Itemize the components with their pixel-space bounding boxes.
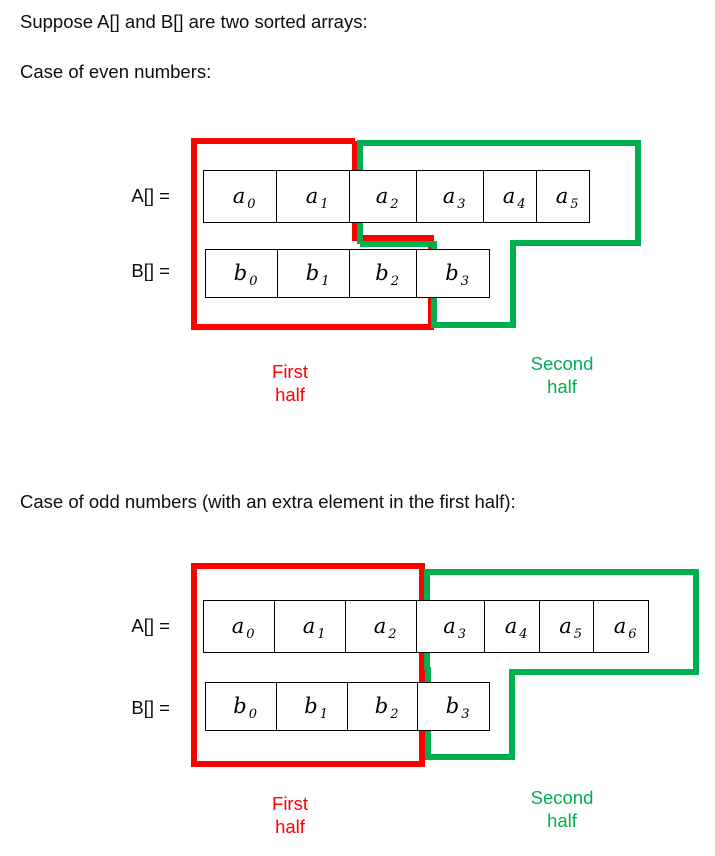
array-a-even-cell-5: a5 — [537, 171, 590, 222]
array-a-odd-cell-0-symbol: a0 — [231, 614, 255, 642]
array-b-even-cell-0-subscript: 0 — [249, 274, 258, 289]
array-a-odd-cell-2: a2 — [346, 601, 417, 652]
array-b-cells-odd: b0 b1 b2 b3 — [205, 682, 490, 731]
second-half-caption-line1: Second — [530, 353, 594, 374]
array-b-label-odd: B[] = — [131, 697, 170, 718]
array-a-odd-cell-4: a4 — [485, 601, 540, 652]
first-half-caption-line1: First — [272, 793, 308, 814]
first-half-caption-odd: First half — [250, 792, 330, 838]
array-a-odd-cell-1-subscript: 1 — [317, 627, 326, 642]
array-a-even-cell-4: a4 — [484, 171, 537, 222]
array-b-odd-cell-1-symbol: b1 — [304, 694, 328, 722]
array-b-even-cell-0-symbol: b0 — [233, 261, 258, 289]
array-a-even-cell-4-subscript: 4 — [517, 197, 526, 212]
array-a-odd-cell-0-subscript: 0 — [246, 627, 255, 642]
array-a-odd-cell-2-symbol: a2 — [373, 614, 397, 642]
array-a-even-cell-0: a0 — [204, 171, 277, 222]
array-a-even-cell-3-subscript: 3 — [457, 197, 466, 212]
array-a-label-odd: A[] = — [131, 615, 170, 636]
array-a-even-cell-2-subscript: 2 — [390, 197, 399, 212]
array-b-odd-cell-3-symbol: b3 — [445, 694, 470, 722]
array-a-odd-cell-3: a3 — [417, 601, 485, 652]
array-a-even-cell-1-symbol: a1 — [305, 184, 329, 212]
array-b-even-cell-0: b0 — [206, 250, 278, 297]
array-a-odd-cell-6-symbol: a6 — [613, 614, 637, 642]
array-a-odd-cell-5-subscript: 5 — [573, 627, 583, 642]
array-a-even-cell-2: a2 — [350, 171, 417, 222]
array-a-odd-cell-0: a0 — [204, 601, 275, 652]
array-b-odd-cell-2: b2 — [348, 683, 418, 730]
array-a-odd-cell-2-subscript: 2 — [388, 627, 397, 642]
second-half-caption-line1: Second — [530, 787, 594, 808]
array-b-odd-cell-0-subscript: 0 — [248, 707, 257, 722]
odd-case-heading: Case of odd numbers (with an extra eleme… — [20, 491, 516, 512]
array-b-odd-cell-2-subscript: 2 — [390, 707, 399, 722]
first-half-caption-line1: First — [272, 361, 308, 382]
array-a-odd-cell-5-symbol: a5 — [559, 614, 583, 642]
second-half-caption-line2: half — [547, 810, 577, 832]
array-b-even-cell-3-symbol: b3 — [445, 261, 469, 289]
array-b-odd-cell-1-subscript: 1 — [319, 707, 328, 722]
array-a-cells-even: a0 a1 a2 a3 a4 a5 — [203, 170, 590, 223]
array-b-even-cell-1-symbol: b1 — [305, 261, 330, 289]
array-a-odd-cell-4-subscript: 4 — [519, 627, 528, 642]
array-a-even-cell-0-symbol: a0 — [232, 184, 256, 212]
array-b-even-cell-1-subscript: 1 — [321, 274, 330, 289]
array-a-odd-cell-5: a5 — [540, 601, 594, 652]
array-a-odd-cell-4-symbol: a4 — [504, 614, 528, 642]
array-a-odd-cell-6: a6 — [594, 601, 649, 652]
array-b-even-cell-3: b3 — [417, 250, 490, 297]
array-a-even-cell-5-subscript: 5 — [570, 197, 579, 212]
array-b-odd-cell-1: b1 — [277, 683, 348, 730]
array-a-even-cell-3: a3 — [417, 171, 484, 222]
intro-text: Suppose A[] and B[] are two sorted array… — [20, 11, 368, 32]
array-b-cells-even: b0 b1 b2 b3 — [205, 249, 490, 298]
array-a-even-cell-1-subscript: 1 — [320, 197, 329, 212]
array-b-even-cell-2: b2 — [350, 250, 417, 297]
array-a-cells-odd: a0 a1 a2 a3 a4 a5 a6 — [203, 600, 649, 653]
array-b-odd-cell-3: b3 — [418, 683, 490, 730]
odd-case-diagram: A[] = a0 a1 a2 a3 a4 a5 a6 B[] = b0 b1 b2 b3 Firs… — [0, 550, 715, 850]
array-a-odd-cell-1: a1 — [275, 601, 346, 652]
array-a-even-cell-4-symbol: a4 — [502, 184, 526, 212]
array-b-even-cell-3-subscript: 3 — [460, 274, 469, 289]
array-a-odd-cell-6-subscript: 6 — [628, 627, 637, 642]
array-b-odd-cell-2-symbol: b2 — [374, 694, 399, 722]
array-a-odd-cell-3-subscript: 3 — [457, 627, 467, 642]
array-a-even-cell-1: a1 — [277, 171, 350, 222]
array-a-odd-cell-1-symbol: a1 — [302, 614, 326, 642]
array-a-even-cell-3-symbol: a3 — [442, 184, 466, 212]
first-half-caption-line2: half — [275, 816, 305, 838]
array-a-even-cell-5-symbol: a5 — [555, 184, 579, 212]
array-a-odd-cell-3-symbol: a3 — [443, 614, 467, 642]
second-half-caption-even: Second half — [517, 352, 607, 398]
array-a-even-cell-0-subscript: 0 — [247, 197, 256, 212]
array-b-label-even: B[] = — [131, 260, 170, 281]
array-b-odd-cell-0-symbol: b0 — [233, 694, 257, 722]
even-case-heading: Case of even numbers: — [20, 61, 212, 82]
first-half-caption-line2: half — [275, 384, 305, 406]
array-b-even-cell-2-symbol: b2 — [375, 261, 399, 289]
first-half-caption-even: First half — [250, 360, 330, 406]
second-half-caption-line2: half — [547, 376, 577, 398]
even-case-diagram: A[] = a0 a1 a2 a3 a4 a5 B[] = b0 b1 b2 b3 First … — [0, 125, 715, 425]
array-a-even-cell-2-symbol: a2 — [375, 184, 399, 212]
second-half-caption-odd: Second half — [517, 786, 607, 832]
array-a-label-even: A[] = — [131, 185, 170, 206]
array-b-odd-cell-0: b0 — [206, 683, 277, 730]
array-b-odd-cell-3-subscript: 3 — [461, 707, 470, 722]
array-b-even-cell-1: b1 — [278, 250, 350, 297]
array-b-even-cell-2-subscript: 2 — [390, 274, 399, 289]
